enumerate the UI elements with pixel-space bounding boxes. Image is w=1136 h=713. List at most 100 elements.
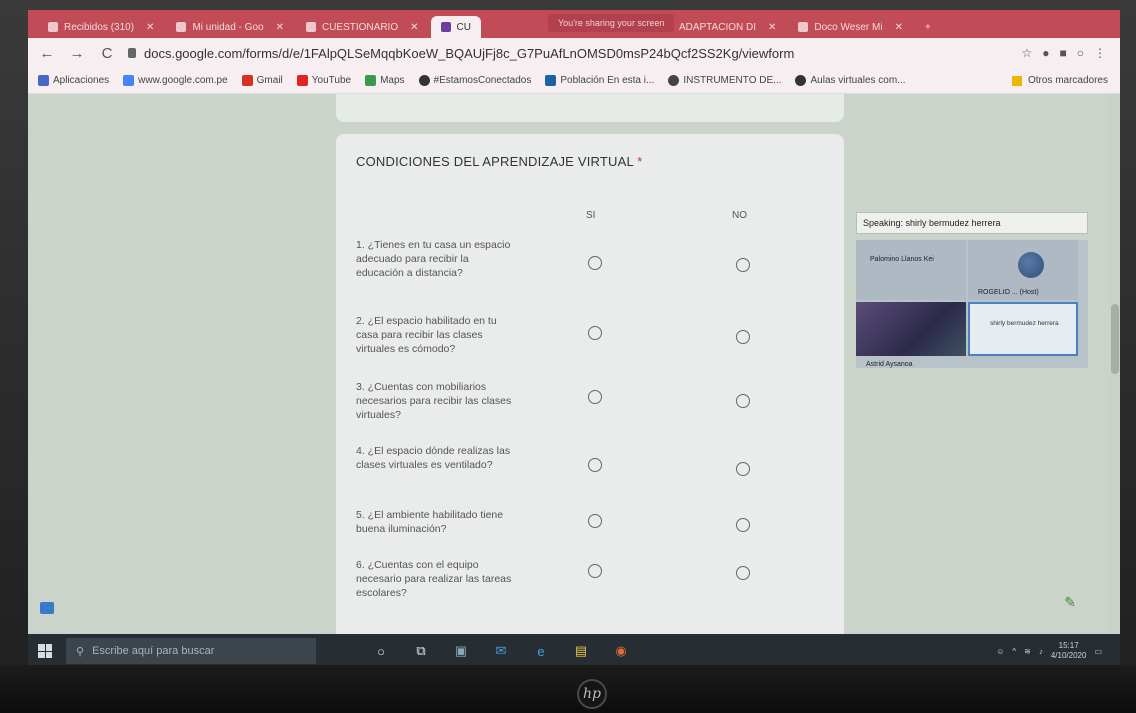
back-icon[interactable]: ← xyxy=(38,45,56,62)
task-view-icon[interactable]: ⧉ xyxy=(412,642,430,660)
row-label: 2. ¿El espacio habilitado en tu casa par… xyxy=(356,315,497,356)
close-icon[interactable]: ✕ xyxy=(410,22,418,33)
forward-icon[interactable]: → xyxy=(68,45,86,62)
network-icon[interactable]: ≋ xyxy=(1024,647,1031,656)
extension-icon[interactable]: ■ xyxy=(1060,46,1067,60)
taskbar-apps: ○ ⧉ ▣ ✉ e ▤ ◉ xyxy=(372,642,630,660)
bookmark-gmail[interactable]: Gmail xyxy=(241,75,283,86)
bookmark-poblacion[interactable]: Población En esta i... xyxy=(545,75,654,86)
bookmark-maps[interactable]: Maps xyxy=(365,75,405,86)
edge-icon[interactable]: e xyxy=(532,642,550,660)
menu-icon[interactable]: ⋮ xyxy=(1094,46,1106,60)
cortana-icon[interactable]: ○ xyxy=(372,642,390,660)
tab-cuestionario[interactable]: CUESTIONARIO ✕ xyxy=(296,16,429,38)
radio-no-q5[interactable] xyxy=(736,518,750,532)
tab-drive[interactable]: Mi unidad - Goo ✕ xyxy=(166,16,294,38)
mail-icon[interactable]: ✉ xyxy=(492,642,510,660)
gmail-icon xyxy=(48,22,58,32)
participant-tile[interactable]: ROGELIO ... (Host) xyxy=(968,240,1078,300)
page-icon xyxy=(798,22,809,32)
radio-si-q6[interactable] xyxy=(588,564,602,578)
url-field[interactable]: docs.google.com/forms/d/e/1FAlpQLSeMqqbK… xyxy=(128,46,794,61)
close-icon[interactable]: ✕ xyxy=(768,22,776,33)
close-icon[interactable]: ✕ xyxy=(146,22,154,33)
radio-si-q3[interactable] xyxy=(588,390,602,404)
other-bookmarks[interactable]: Otros marcadores xyxy=(1011,75,1120,86)
feedback-icon[interactable] xyxy=(40,602,54,614)
participant-grid: Palomino Llanos Kei ROGELIO ... (Host) A… xyxy=(856,240,1088,368)
notifications-icon[interactable]: ▭ xyxy=(1094,647,1102,656)
laptop-base xyxy=(0,665,1136,713)
row-label: 1. ¿Tienes en tu casa un espacio adecuad… xyxy=(356,239,511,280)
extensions: ☆ ● ■ ○ ⋮ xyxy=(1021,46,1120,60)
extension-icon[interactable]: ● xyxy=(1042,46,1049,60)
close-icon[interactable]: ✕ xyxy=(895,22,903,33)
tab-active-form[interactable]: CU xyxy=(430,16,481,38)
radio-no-q4[interactable] xyxy=(736,462,750,476)
screen-sharing-banner: You're sharing your screen xyxy=(548,14,675,32)
radio-si-q1[interactable] xyxy=(588,256,602,270)
star-icon[interactable]: ☆ xyxy=(1021,46,1032,60)
radio-no-q6[interactable] xyxy=(736,566,750,580)
lock-icon xyxy=(128,48,136,58)
youtube-icon xyxy=(296,75,308,86)
windows-taskbar: ⚲ Escribe aquí para buscar ○ ⧉ ▣ ✉ e ▤ ◉… xyxy=(28,634,1120,668)
people-icon[interactable]: ☺ xyxy=(996,647,1004,656)
page-icon xyxy=(668,75,680,86)
folder-icon xyxy=(1011,75,1022,86)
address-bar-row: ← → C docs.google.com/forms/d/e/1FAlpQLS… xyxy=(28,38,1120,68)
taskbar-search[interactable]: ⚲ Escribe aquí para buscar xyxy=(66,638,316,664)
pencil-icon[interactable]: ✎ xyxy=(1064,594,1076,611)
forms-icon xyxy=(305,22,316,32)
chrome-icon[interactable]: ◉ xyxy=(612,642,630,660)
tab-other[interactable]: Doco Weser Mi ✕ xyxy=(788,16,913,38)
new-tab-button[interactable]: + xyxy=(915,16,941,38)
participant-tile[interactable]: Astrid Aysanoa xyxy=(856,302,966,368)
column-header-no: NO xyxy=(732,210,747,221)
drive-icon xyxy=(176,22,187,32)
reload-icon[interactable]: C xyxy=(98,45,116,62)
scroll-thumb[interactable] xyxy=(1111,304,1119,374)
participant-tile-active[interactable]: shirly bermudez herrera xyxy=(968,302,1078,356)
participant-tile[interactable]: Palomino Llanos Kei xyxy=(856,240,966,300)
chevron-up-icon[interactable]: ^ xyxy=(1012,647,1016,656)
search-icon: ⚲ xyxy=(76,645,85,658)
radio-no-q1[interactable] xyxy=(736,258,750,272)
bookmark-aulas[interactable]: Aulas virtuales com... xyxy=(795,75,906,86)
page-icon xyxy=(545,75,557,86)
bookmark-estamosconectados[interactable]: #EstamosConectados xyxy=(418,75,531,86)
google-icon xyxy=(123,75,135,86)
system-tray: ☺ ^ ≋ ♪ 15:17 4/10/2020 ▭ xyxy=(996,641,1120,660)
volume-icon[interactable]: ♪ xyxy=(1039,647,1043,656)
speaking-indicator: Speaking: shirly bermudez herrera xyxy=(856,212,1088,234)
tab-gmail[interactable]: Recibidos (310) ✕ xyxy=(38,16,164,38)
globe-icon xyxy=(418,75,430,86)
maps-icon xyxy=(365,75,377,86)
screen: Recibidos (310) ✕ Mi unidad - Goo ✕ CUESTI… xyxy=(28,10,1120,668)
avatar xyxy=(1018,252,1044,278)
bookmark-youtube[interactable]: YouTube xyxy=(296,75,351,86)
extension-icon[interactable]: ○ xyxy=(1077,46,1084,60)
bookmark-instrumento[interactable]: INSTRUMENTO DE... xyxy=(668,75,781,86)
radio-si-q2[interactable] xyxy=(588,326,602,340)
row-label: 4. ¿El espacio dónde realizas las clases… xyxy=(356,445,511,472)
page-scrollbar[interactable] xyxy=(1110,94,1120,634)
radio-si-q5[interactable] xyxy=(588,514,602,528)
file-explorer-icon[interactable]: ▤ xyxy=(572,642,590,660)
question-title: CONDICIONES DEL APRENDIZAJE VIRTUAL * xyxy=(356,154,643,169)
gmail-icon xyxy=(241,75,253,86)
radio-no-q3[interactable] xyxy=(736,394,750,408)
windows-start-icon[interactable] xyxy=(38,644,52,658)
meet-participants-panel[interactable]: Speaking: shirly bermudez herrera Palomi… xyxy=(856,212,1088,382)
apps-icon xyxy=(38,75,49,86)
radio-si-q4[interactable] xyxy=(588,458,602,472)
bookmark-google[interactable]: www.google.com.pe xyxy=(123,75,228,86)
close-icon[interactable]: ✕ xyxy=(276,22,284,33)
row-label: 6. ¿Cuentas con el equipo necesario para… xyxy=(356,559,512,600)
store-icon[interactable]: ▣ xyxy=(452,642,470,660)
bookmark-apps[interactable]: Aplicaciones xyxy=(38,75,109,86)
hp-logo: hp xyxy=(577,679,607,709)
clock[interactable]: 15:17 4/10/2020 xyxy=(1051,641,1087,660)
previous-question-card xyxy=(336,94,844,122)
radio-no-q2[interactable] xyxy=(736,330,750,344)
